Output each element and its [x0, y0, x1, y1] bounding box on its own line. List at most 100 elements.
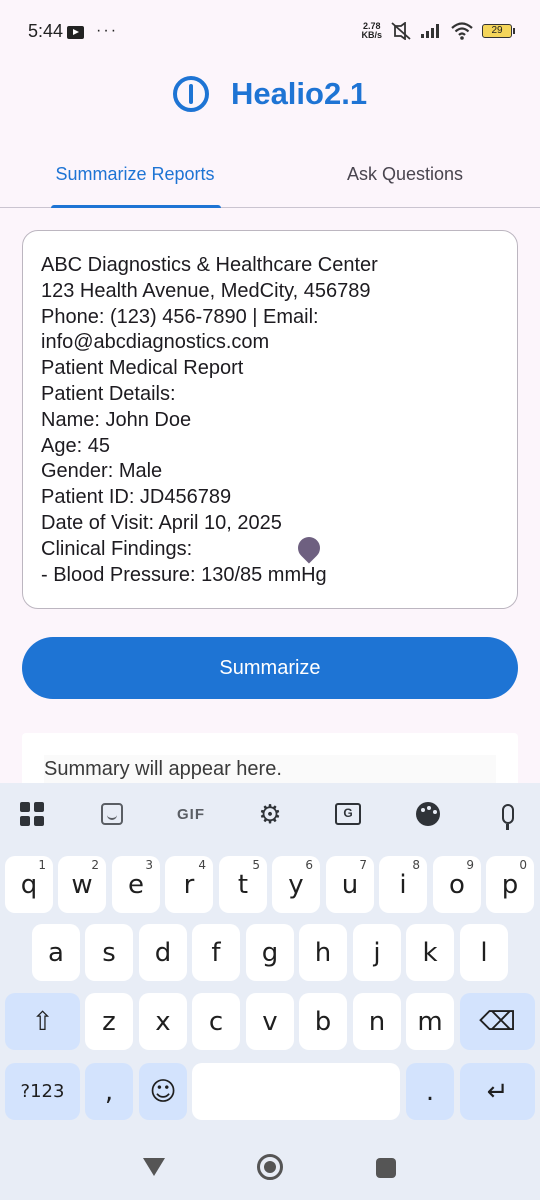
- key-hint: 9: [466, 858, 474, 872]
- key-u[interactable]: u7: [326, 856, 374, 913]
- report-line: Gender: Male: [41, 460, 163, 483]
- key-a[interactable]: a: [32, 924, 80, 981]
- key-hint: 0: [519, 858, 527, 872]
- recent-apps-icon[interactable]: [376, 1158, 396, 1178]
- comma-key[interactable]: ,: [85, 1063, 133, 1120]
- tab-summarize-reports[interactable]: Summarize Reports: [0, 150, 270, 207]
- key-e[interactable]: e3: [112, 856, 160, 913]
- key-label: i: [399, 869, 407, 900]
- report-line: Patient Medical Report: [41, 357, 244, 380]
- key-l[interactable]: l: [460, 924, 508, 981]
- key-s[interactable]: s: [85, 924, 133, 981]
- key-i[interactable]: i8: [379, 856, 427, 913]
- summarize-button[interactable]: Summarize: [22, 637, 518, 699]
- home-icon[interactable]: [257, 1154, 283, 1180]
- apps-grid-icon[interactable]: [17, 799, 47, 829]
- settings-gear-icon[interactable]: ⚙: [255, 799, 285, 829]
- key-z[interactable]: z: [85, 993, 133, 1050]
- key-y[interactable]: y6: [272, 856, 320, 913]
- key-n[interactable]: n: [353, 993, 401, 1050]
- key-hint: 1: [38, 858, 46, 872]
- report-line: Age: 45: [41, 434, 110, 457]
- key-f[interactable]: f: [192, 924, 240, 981]
- status-bar: 5:44 ··· 2.78 KB/s 29: [0, 0, 540, 62]
- key-hint: 6: [305, 858, 313, 872]
- report-line: ABC Diagnostics & Healthcare Center: [41, 254, 378, 276]
- key-w[interactable]: w2: [58, 856, 106, 913]
- key-q[interactable]: q1: [5, 856, 53, 913]
- tab-bar: Summarize Reports Ask Questions: [0, 150, 540, 208]
- key-x[interactable]: x: [139, 993, 187, 1050]
- key-hint: 3: [145, 858, 153, 872]
- gif-label: GIF: [177, 805, 205, 823]
- summarize-button-label: Summarize: [219, 656, 321, 679]
- key-k[interactable]: k: [406, 924, 454, 981]
- key-p[interactable]: p0: [486, 856, 534, 913]
- active-tab-indicator: [51, 205, 221, 208]
- keyboard-toolbar: GIF ⚙ G: [0, 783, 540, 845]
- network-speed-unit: KB/s: [361, 30, 382, 40]
- network-speed: 2.78 KB/s: [361, 22, 382, 40]
- on-screen-keyboard: GIF ⚙ G q1 w2 e3 r4 t5 y6 u7 i8 o9 p0 a …: [0, 783, 540, 1200]
- key-d[interactable]: d: [139, 924, 187, 981]
- tab-ask-questions[interactable]: Ask Questions: [270, 150, 540, 207]
- gif-icon[interactable]: GIF: [170, 799, 212, 829]
- key-r[interactable]: r4: [165, 856, 213, 913]
- summary-output: Summary will appear here.: [44, 755, 496, 783]
- emoji-key[interactable]: ☺: [139, 1063, 187, 1120]
- shift-key[interactable]: ⇧: [5, 993, 80, 1050]
- app-title: Healio2.1: [230, 76, 368, 111]
- key-h[interactable]: h: [299, 924, 347, 981]
- key-label: w: [71, 869, 93, 900]
- muted-icon: [391, 22, 411, 40]
- status-time: 5:44: [28, 20, 64, 41]
- back-icon[interactable]: [143, 1158, 165, 1176]
- microphone-icon[interactable]: [493, 799, 523, 830]
- sticker-icon[interactable]: [97, 799, 127, 829]
- key-label: r: [183, 869, 195, 900]
- battery-icon: 29: [482, 24, 515, 38]
- tab-summarize-reports-label: Summarize Reports: [55, 164, 215, 184]
- status-icons: 2.78 KB/s 29: [361, 22, 515, 40]
- key-hint: 4: [198, 858, 206, 872]
- key-label: e: [128, 869, 144, 900]
- report-line: Patient Details:: [41, 382, 176, 405]
- report-line: info@abcdiagnostics.com: [41, 331, 270, 354]
- key-label: o: [449, 869, 465, 900]
- report-line: Phone: (123) 456-7890 | Email:: [41, 305, 319, 328]
- more-notifications-icon: ···: [96, 22, 119, 39]
- symbols-key[interactable]: ?123: [5, 1063, 80, 1120]
- report-line: Patient ID: JD456789: [41, 486, 232, 509]
- key-label: p: [501, 869, 519, 900]
- system-navigation-bar: [0, 1140, 540, 1200]
- report-line: 123 Health Avenue, MedCity, 456789: [41, 279, 371, 302]
- wifi-icon: [451, 22, 473, 40]
- signal-icon: [421, 24, 439, 38]
- period-key[interactable]: .: [406, 1063, 454, 1120]
- key-label: t: [237, 869, 249, 900]
- translate-icon[interactable]: G: [333, 799, 363, 829]
- media-notification-icon: [67, 25, 85, 39]
- key-label: u: [341, 869, 359, 900]
- key-c[interactable]: c: [192, 993, 240, 1050]
- space-key[interactable]: [192, 1063, 400, 1120]
- key-label: q: [20, 869, 38, 900]
- report-input[interactable]: ABC Diagnostics & Healthcare Center 123 …: [22, 230, 518, 609]
- report-line: Name: John Doe: [41, 408, 192, 431]
- key-v[interactable]: v: [246, 993, 294, 1050]
- key-hint: 2: [91, 858, 99, 872]
- translate-label: G: [335, 803, 361, 825]
- key-hint: 7: [359, 858, 367, 872]
- key-b[interactable]: b: [299, 993, 347, 1050]
- report-line: Date of Visit: April 10, 2025: [41, 511, 282, 534]
- report-line: - Blood Pressure: 130/85 mmHg: [41, 563, 327, 586]
- key-o[interactable]: o9: [433, 856, 481, 913]
- key-hint: 8: [412, 858, 420, 872]
- enter-key[interactable]: ↵: [460, 1063, 535, 1120]
- key-m[interactable]: m: [406, 993, 454, 1050]
- backspace-key[interactable]: ⌫: [460, 993, 535, 1050]
- key-t[interactable]: t5: [219, 856, 267, 913]
- key-j[interactable]: j: [353, 924, 401, 981]
- palette-icon[interactable]: [413, 799, 443, 829]
- key-g[interactable]: g: [246, 924, 294, 981]
